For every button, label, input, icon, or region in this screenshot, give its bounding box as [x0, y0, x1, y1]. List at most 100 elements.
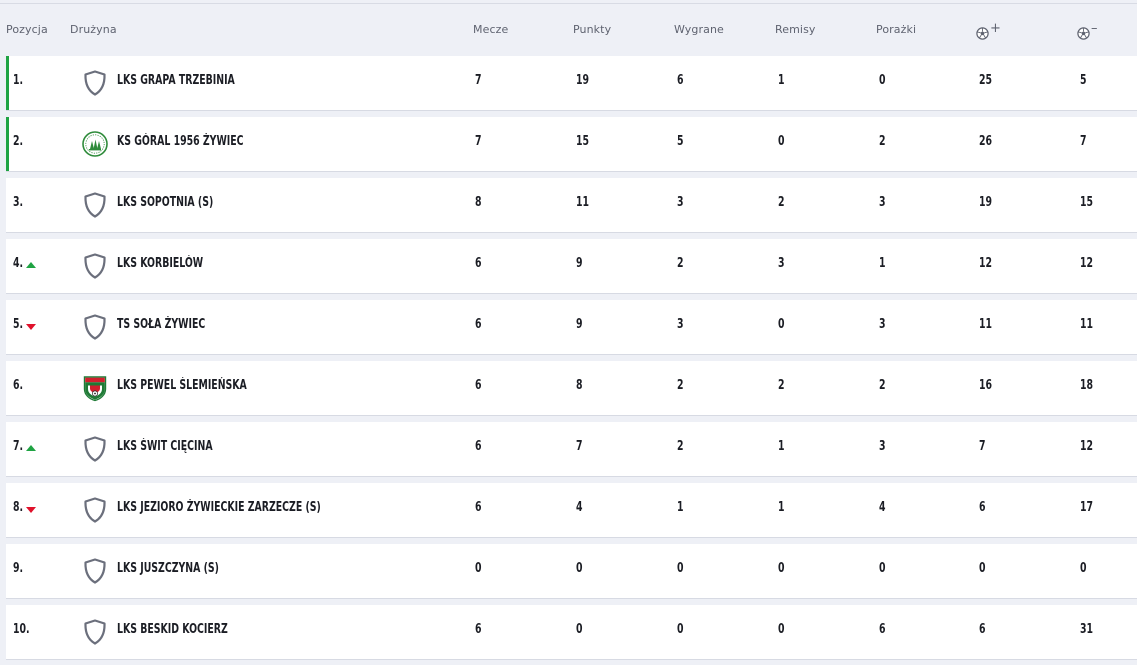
- league-table: Pozycja Drużyna Mecze Punkty Wygrane Rem…: [0, 0, 1137, 665]
- shield-icon[interactable]: [82, 313, 108, 341]
- table-row[interactable]: 8. LKS JEZIORO ŻYWIECKIE ZARZECZE (S) 6 4 1 1…: [6, 483, 1137, 538]
- stat-draws: 1: [778, 439, 785, 454]
- table-row[interactable]: 9. LKS JUSZCZYNA (S) 0 0 0 0 0 0 0: [6, 544, 1137, 599]
- team-name-link[interactable]: LKS SOPOTNIA (S): [117, 195, 213, 210]
- stat-ga: 12: [1080, 439, 1094, 454]
- header-position[interactable]: Pozycja: [6, 23, 48, 36]
- header-points[interactable]: Punkty: [573, 23, 611, 36]
- stat-points: 19: [576, 73, 590, 88]
- stat-wins: 2: [677, 256, 684, 271]
- header-losses[interactable]: Porażki: [876, 23, 916, 36]
- position-label: 6.: [13, 378, 24, 393]
- table-row[interactable]: 7. LKS ŚWIT CIĘCINA 6 7 2 1 3 7 12: [6, 422, 1137, 477]
- stat-draws: 0: [778, 134, 785, 149]
- position-label: 9.: [13, 561, 24, 576]
- stat-draws: 2: [778, 378, 785, 393]
- trend-up-icon: [26, 445, 36, 451]
- team-name-link[interactable]: LKS JEZIORO ŻYWIECKIE ZARZECZE (S): [117, 500, 321, 515]
- stat-played: 6: [475, 256, 482, 271]
- stat-ga: 12: [1080, 256, 1094, 271]
- header-draws[interactable]: Remisy: [775, 23, 816, 36]
- stat-gf: 11: [979, 317, 993, 332]
- team-name-link[interactable]: LKS PEWEL ŚLEMIEŃSKA: [117, 378, 247, 393]
- header-played[interactable]: Mecze: [473, 23, 508, 36]
- stat-losses: 3: [879, 317, 886, 332]
- table-row[interactable]: 5. TS SOŁA ŻYWIEC 6 9 3 0 3 11 11: [6, 300, 1137, 355]
- position-label: 1.: [13, 73, 24, 88]
- stat-wins: 2: [677, 439, 684, 454]
- team-name-link[interactable]: LKS JUSZCZYNA (S): [117, 561, 219, 576]
- trend-up-icon: [26, 262, 36, 268]
- team-name-link[interactable]: LKS GRAPA TRZEBINIA: [117, 73, 235, 88]
- stat-wins: 3: [677, 317, 684, 332]
- header-goals-for-sign[interactable]: +: [990, 21, 1001, 36]
- header-wins[interactable]: Wygrane: [674, 23, 724, 36]
- goals-against-ball-icon: [1077, 27, 1090, 45]
- stat-wins: 3: [677, 195, 684, 210]
- stat-draws: 0: [778, 622, 785, 637]
- team-name-link[interactable]: TS SOŁA ŻYWIEC: [117, 317, 205, 332]
- stat-draws: 2: [778, 195, 785, 210]
- stat-gf: 0: [979, 561, 986, 576]
- stat-draws: 1: [778, 73, 785, 88]
- shield-icon[interactable]: [82, 618, 108, 646]
- stat-gf: 25: [979, 73, 993, 88]
- stat-points: 15: [576, 134, 590, 149]
- position-label: 5.: [13, 317, 24, 332]
- stat-losses: 4: [879, 500, 886, 515]
- table-row[interactable]: 2. KS GÓRAL 1956 ŻYWIEC 7 15 5 0 2 26 7: [6, 117, 1137, 172]
- stat-wins: 6: [677, 73, 684, 88]
- goals-for-ball-icon: [976, 27, 989, 45]
- stat-draws: 3: [778, 256, 785, 271]
- stat-losses: 2: [879, 378, 886, 393]
- team-name-link[interactable]: LKS ŚWIT CIĘCINA: [117, 439, 213, 454]
- stat-gf: 6: [979, 622, 986, 637]
- stat-draws: 0: [778, 317, 785, 332]
- header-team[interactable]: Drużyna: [70, 23, 117, 36]
- stat-played: 8: [475, 195, 482, 210]
- team-name-link[interactable]: KS GÓRAL 1956 ŻYWIEC: [117, 134, 244, 149]
- stat-points: 7: [576, 439, 583, 454]
- stat-ga: 17: [1080, 500, 1094, 515]
- team-name-link[interactable]: LKS KORBIELÓW: [117, 256, 203, 271]
- stat-played: 6: [475, 317, 482, 332]
- stat-ga: 15: [1080, 195, 1094, 210]
- goral-crest-icon[interactable]: [82, 130, 108, 158]
- position-label: 4.: [13, 256, 24, 271]
- stat-losses: 1: [879, 256, 886, 271]
- stat-played: 6: [475, 378, 482, 393]
- table-row[interactable]: 1. LKS GRAPA TRZEBINIA 7 19 6 1 0 25 5: [6, 56, 1137, 111]
- stat-points: 0: [576, 561, 583, 576]
- stat-losses: 2: [879, 134, 886, 149]
- stat-points: 9: [576, 256, 583, 271]
- stat-wins: 0: [677, 622, 684, 637]
- shield-icon[interactable]: [82, 252, 108, 280]
- table-row[interactable]: 10. LKS BESKID KOCIERZ 6 0 0 0 6 6 31: [6, 605, 1137, 660]
- table-row[interactable]: 4. LKS KORBIELÓW 6 9 2 3 1 12 12: [6, 239, 1137, 294]
- stat-ga: 5: [1080, 73, 1087, 88]
- stat-points: 8: [576, 378, 583, 393]
- stat-wins: 5: [677, 134, 684, 149]
- stat-wins: 1: [677, 500, 684, 515]
- shield-icon[interactable]: [82, 69, 108, 97]
- table-row[interactable]: 6. LKS PEWEL ŚLEMIEŃSKA 6 8 2 2 2 16 18: [6, 361, 1137, 416]
- team-name-link[interactable]: LKS BESKID KOCIERZ: [117, 622, 228, 637]
- header-goals-against-sign[interactable]: –: [1091, 21, 1098, 36]
- shield-icon[interactable]: [82, 435, 108, 463]
- shield-icon[interactable]: [82, 191, 108, 219]
- stat-points: 4: [576, 500, 583, 515]
- stat-draws: 0: [778, 561, 785, 576]
- stat-gf: 19: [979, 195, 993, 210]
- shield-icon[interactable]: [82, 496, 108, 524]
- stat-wins: 0: [677, 561, 684, 576]
- stat-gf: 16: [979, 378, 993, 393]
- pewel-crest-icon[interactable]: [82, 374, 108, 402]
- trend-down-icon: [26, 324, 36, 330]
- stat-losses: 3: [879, 195, 886, 210]
- position-label: 3.: [13, 195, 24, 210]
- trend-down-icon: [26, 507, 36, 513]
- stat-points: 11: [576, 195, 590, 210]
- stat-played: 6: [475, 439, 482, 454]
- shield-icon[interactable]: [82, 557, 108, 585]
- table-row[interactable]: 3. LKS SOPOTNIA (S) 8 11 3 2 3 19 15: [6, 178, 1137, 233]
